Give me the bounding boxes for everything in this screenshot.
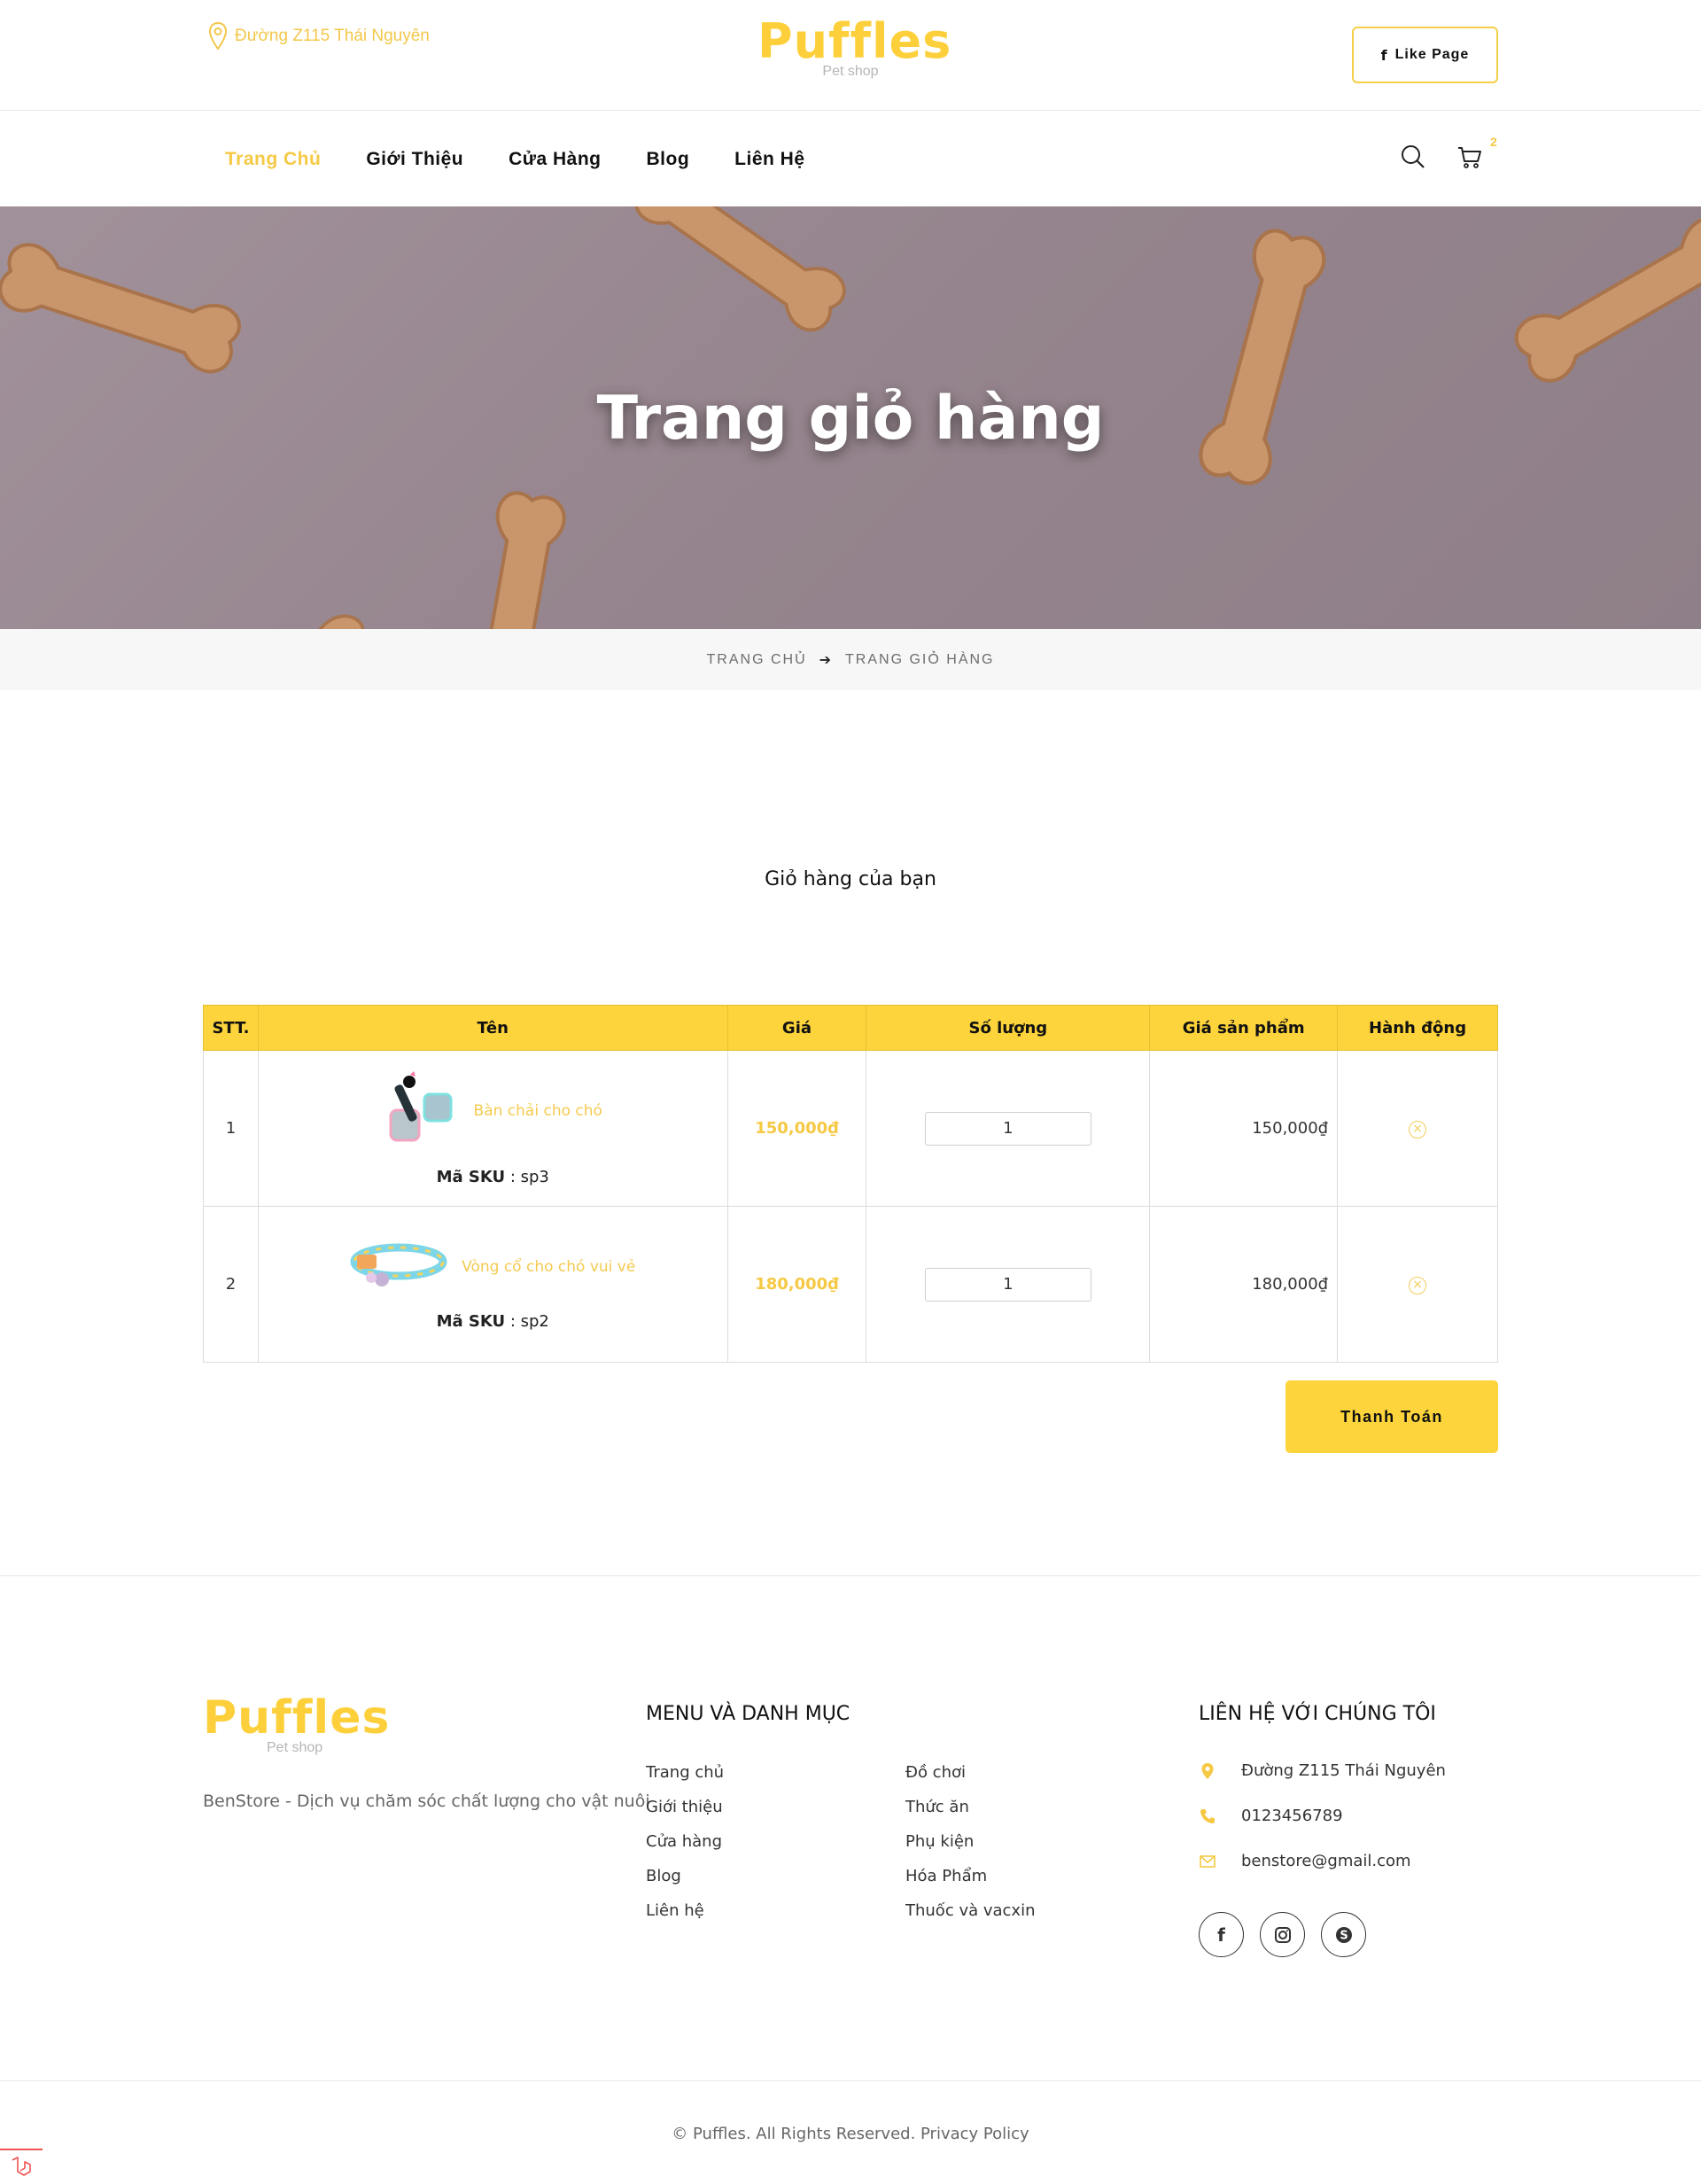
svg-text:S: S <box>1340 1929 1348 1942</box>
main-nav: Trang Chủ Giới Thiệu Cửa Hàng Blog Liên … <box>0 112 1701 206</box>
facebook-icon: f <box>1380 46 1388 64</box>
contact-phone-text[interactable]: 0123456789 <box>1241 1807 1343 1825</box>
nav-item-blog[interactable]: Blog <box>647 149 690 170</box>
row-product: Bàn chải cho chó Mã SKU : sp3 <box>257 1050 728 1207</box>
top-bar: Đường Z115 Thái Nguyên Puffles Pet shop … <box>0 0 1701 111</box>
product-link[interactable]: Vòng cổ cho chó vui vẻ <box>462 1258 635 1276</box>
row-action: × <box>1337 1050 1498 1207</box>
cart-table: STT. Tên Giá Số lượng Giá sản phẩm Hành … <box>203 1005 1498 1363</box>
row-stt: 2 <box>203 1206 259 1363</box>
footer-link-shop[interactable]: Cửa hàng <box>646 1832 724 1851</box>
row-qty <box>866 1206 1151 1363</box>
remove-item-icon[interactable]: × <box>1409 1121 1427 1139</box>
site-logo[interactable]: Puffles Pet shop <box>757 13 952 80</box>
row-price: 150,000₫ <box>726 1050 867 1207</box>
footer-logo[interactable]: Puffles Pet shop <box>203 1694 389 1756</box>
dog-brush-thumbnail[interactable] <box>384 1070 460 1152</box>
footer-logo-word: Puffles <box>203 1691 391 1745</box>
footer-contact-list: Đường Z115 Thái Nguyên 0123456789 bensto… <box>1199 1761 1446 1870</box>
phone-icon <box>1199 1808 1216 1824</box>
row-action: × <box>1337 1206 1498 1363</box>
row-qty <box>866 1050 1151 1207</box>
footer-contact-heading: LIÊN HỆ VỚI CHÚNG TÔI <box>1199 1703 1436 1725</box>
like-page-button[interactable]: f Like Page <box>1352 27 1498 83</box>
table-row: 2 Vòng cổ cho chó vui vẻ Mã SKU: sp2 18… <box>203 1206 1498 1363</box>
hero-banner: Trang giỏ hàng <box>0 206 1701 629</box>
contact-phone: 0123456789 <box>1199 1807 1446 1825</box>
arrow-right-icon: ➔ <box>819 652 834 668</box>
row-stt: 1 <box>203 1050 259 1207</box>
product-sku: Mã SKU : sp3 <box>436 1167 549 1186</box>
row-total: 150,000₫ <box>1149 1050 1339 1207</box>
product-sku: Mã SKU : sp2 <box>436 1311 549 1331</box>
col-header-name: Tên <box>257 1005 728 1051</box>
cart-title: Giỏ hàng của bạn <box>765 868 936 890</box>
footer-menu-col2: Đồ chơi Thức ăn Phụ kiện Hóa Phẩm Thuốc … <box>905 1763 1036 1920</box>
nav-item-about[interactable]: Giới Thiệu <box>366 149 463 170</box>
search-icon[interactable] <box>1400 144 1426 175</box>
product-link[interactable]: Bàn chải cho chó <box>474 1102 602 1120</box>
envelope-icon <box>1199 1854 1216 1868</box>
breadcrumb-home[interactable]: TRANG CHỦ <box>707 652 807 668</box>
facebook-icon[interactable]: f <box>1199 1912 1244 1957</box>
contact-address-text: Đường Z115 Thái Nguyên <box>1241 1761 1446 1780</box>
skype-icon[interactable]: S <box>1321 1912 1366 1957</box>
quantity-input[interactable] <box>924 1111 1091 1146</box>
footer-link-accessories[interactable]: Phụ kiện <box>905 1832 1036 1851</box>
dog-collar-thumbnail[interactable] <box>350 1239 447 1296</box>
col-header-action: Hành động <box>1337 1005 1498 1051</box>
copyright: © Puffles. All Rights Reserved. Privacy … <box>672 2125 1029 2143</box>
cart-icon <box>1456 147 1483 174</box>
header-address: Đường Z115 Thái Nguyên <box>208 21 430 51</box>
nav-item-home[interactable]: Trang Chủ <box>225 149 321 170</box>
map-pin-icon <box>208 21 228 51</box>
footer-description: BenStore - Dịch vụ chăm sóc chất lượng c… <box>203 1792 650 1811</box>
map-pin-icon <box>1199 1762 1216 1780</box>
table-row: 1 Bàn chải cho chó Mã SKU: sp3 150,000₫… <box>203 1050 1498 1207</box>
contact-email: benstore@gmail.com <box>1199 1852 1446 1870</box>
breadcrumb-current: TRANG GIỎ HÀNG <box>845 651 995 667</box>
social-links: f S <box>1199 1912 1366 1957</box>
instagram-icon[interactable] <box>1260 1912 1305 1957</box>
footer-link-home[interactable]: Trang chủ <box>646 1763 724 1782</box>
footer-link-medicine[interactable]: Thuốc và vacxin <box>905 1901 1036 1920</box>
contact-email-text[interactable]: benstore@gmail.com <box>1241 1852 1411 1870</box>
row-total: 180,000₫ <box>1149 1206 1339 1363</box>
unit-price: 180,000₫ <box>755 1275 839 1294</box>
contact-address: Đường Z115 Thái Nguyên <box>1199 1761 1446 1780</box>
nav-item-shop[interactable]: Cửa Hàng <box>509 149 601 170</box>
footer-menu-col1: Trang chủ Giới thiệu Cửa hàng Blog Liên … <box>646 1763 724 1920</box>
cart-count-badge: 2 <box>1490 135 1497 149</box>
col-header-stt: STT. <box>203 1005 259 1051</box>
footer <box>0 1575 1701 2080</box>
footer-link-contact[interactable]: Liên hệ <box>646 1901 724 1920</box>
footer-link-food[interactable]: Thức ăn <box>905 1798 1036 1816</box>
col-header-qty: Số lượng <box>866 1005 1151 1051</box>
col-header-price: Giá <box>726 1005 867 1051</box>
nav-item-contact[interactable]: Liên Hệ <box>734 149 804 170</box>
footer-link-blog[interactable]: Blog <box>646 1867 724 1885</box>
hero-title: Trang giỏ hàng <box>596 384 1105 454</box>
laravel-debug-icon[interactable] <box>0 2149 43 2184</box>
footer-link-toys[interactable]: Đồ chơi <box>905 1763 1036 1782</box>
row-price: 180,000₫ <box>726 1206 867 1363</box>
footer-link-about[interactable]: Giới thiệu <box>646 1798 724 1816</box>
quantity-input[interactable] <box>924 1267 1091 1302</box>
like-page-label: Like Page <box>1394 47 1470 62</box>
remove-item-icon[interactable]: × <box>1409 1277 1427 1294</box>
unit-price: 150,000₫ <box>755 1119 839 1138</box>
footer-menu-heading: MENU VÀ DANH MỤC <box>646 1703 850 1725</box>
cart-button[interactable]: 2 <box>1456 135 1497 175</box>
address-text: Đường Z115 Thái Nguyên <box>235 27 430 45</box>
row-product: Vòng cổ cho chó vui vẻ Mã SKU : sp2 <box>257 1206 728 1363</box>
breadcrumb: TRANG CHỦ ➔ TRANG GIỎ HÀNG <box>0 629 1701 690</box>
logo-word: Puffles <box>757 13 952 69</box>
col-header-total: Giá sản phẩm <box>1149 1005 1339 1051</box>
footer-link-chemicals[interactable]: Hóa Phẩm <box>905 1867 1036 1885</box>
checkout-button[interactable]: Thanh Toán <box>1285 1380 1498 1453</box>
